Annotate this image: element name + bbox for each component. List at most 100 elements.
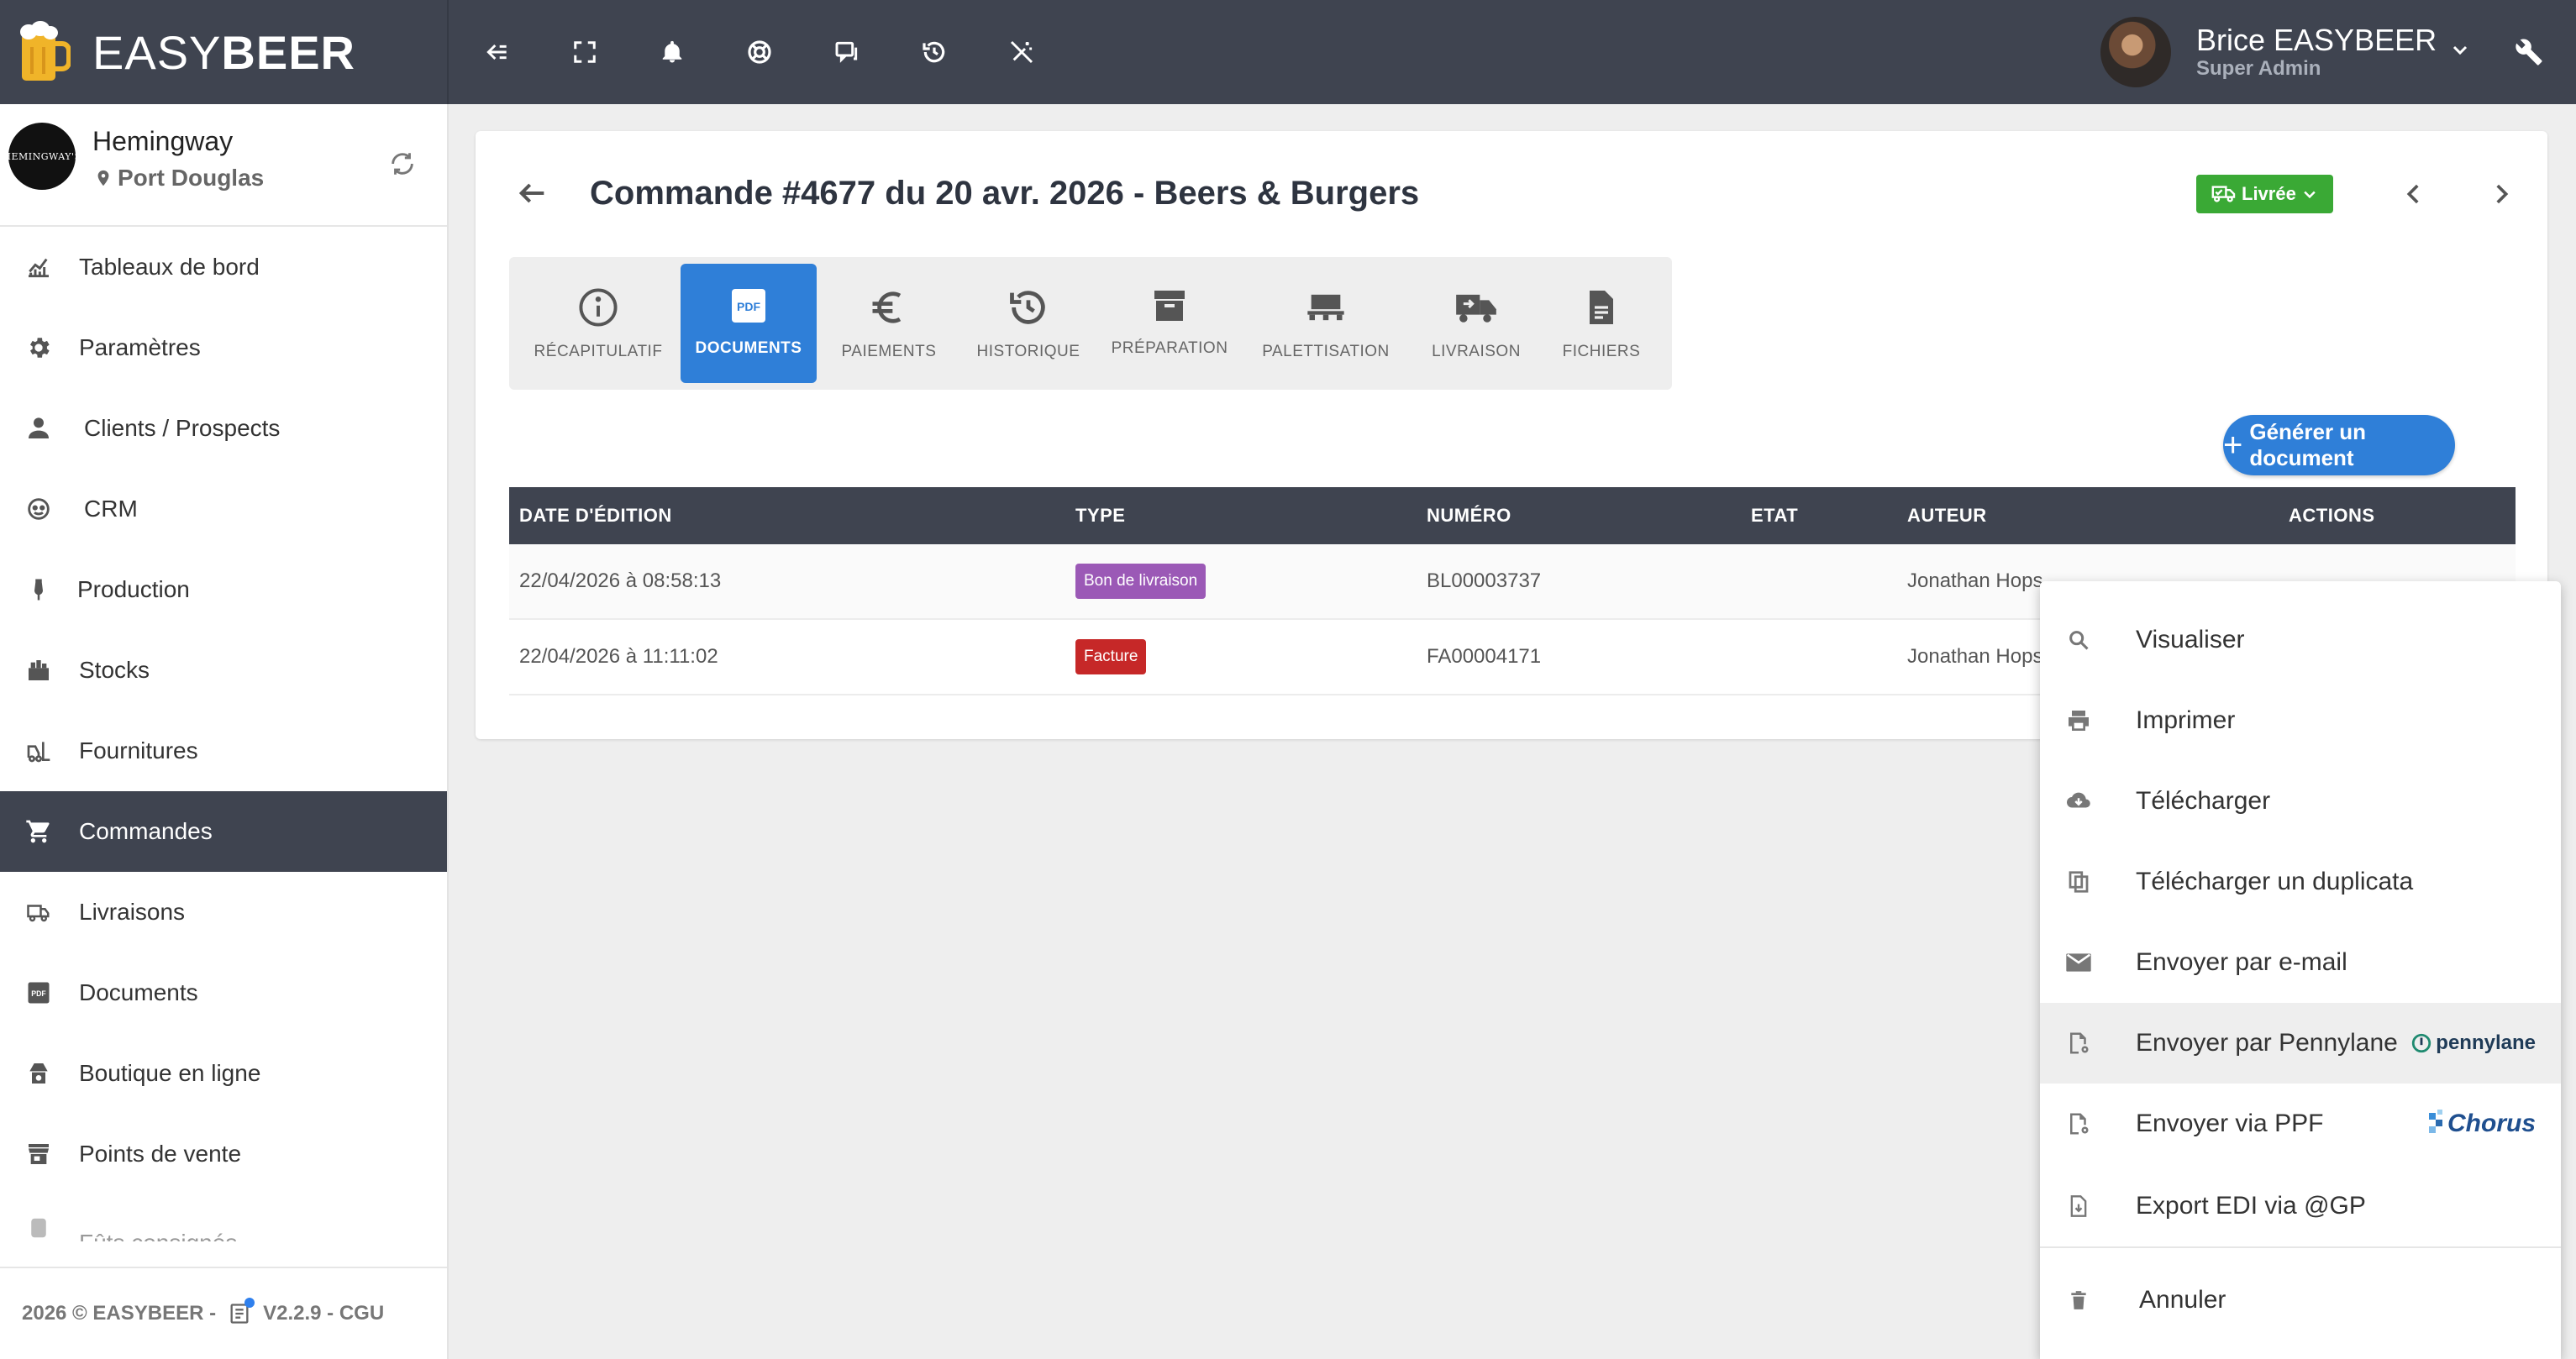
- info-icon: [576, 286, 620, 329]
- tab-palettisation[interactable]: PALETTISATION: [1243, 264, 1408, 383]
- pdf-icon: PDF: [728, 286, 769, 326]
- generate-document-button[interactable]: + Générer un document: [2223, 415, 2455, 475]
- changelog-icon[interactable]: [228, 1298, 255, 1326]
- tab-fichiers[interactable]: FICHIERS: [1544, 264, 1659, 383]
- fullscreen-icon[interactable]: [563, 30, 607, 74]
- type-badge: Facture: [1075, 639, 1147, 674]
- pallet-icon: [1304, 286, 1348, 329]
- svg-text:PDF: PDF: [31, 989, 46, 998]
- bell-icon[interactable]: [650, 30, 694, 74]
- plus-icon: +: [2223, 427, 2243, 464]
- cell-auteur: Jonathan Hops: [1907, 569, 2043, 592]
- print-icon: [2063, 706, 2094, 736]
- menu-item-email[interactable]: Envoyer par e-mail: [2040, 922, 2561, 1003]
- file-gear-icon: [2063, 1028, 2094, 1058]
- cell-auteur: Jonathan Hops: [1907, 645, 2043, 668]
- sidebar-item-production[interactable]: Production: [0, 549, 447, 630]
- sidebar-item-clients[interactable]: Clients / Prospects: [0, 388, 447, 469]
- shop-icon: [22, 1057, 55, 1090]
- chevron-down-icon: [2296, 186, 2323, 202]
- truck-icon: [22, 895, 55, 929]
- cell-type: Bon de livraison: [1075, 564, 1207, 599]
- sidebar-item-boutique[interactable]: Boutique en ligne: [0, 1033, 447, 1114]
- sidebar-item-livraisons[interactable]: Livraisons: [0, 872, 447, 952]
- sidebar-item-commandes[interactable]: Commandes: [0, 791, 447, 872]
- euro-icon: [867, 286, 911, 329]
- cell-numero: BL00003737: [1427, 569, 1542, 592]
- archive-icon: [1149, 286, 1190, 326]
- tab-documents[interactable]: PDF DOCUMENTS: [681, 264, 817, 383]
- status-badge[interactable]: Livrée: [2196, 175, 2333, 213]
- tab-preparation[interactable]: PRÉPARATION: [1096, 264, 1243, 383]
- person-icon: [22, 412, 55, 445]
- version-link[interactable]: V2.2.9 - CGU: [263, 1302, 384, 1325]
- history-icon: [1007, 286, 1050, 329]
- sidebar-item-futs[interactable]: Fûts consignés: [0, 1194, 447, 1241]
- dashboard-icon: [22, 250, 55, 284]
- wrench-icon[interactable]: [2507, 30, 2551, 74]
- cell-date: 22/04/2026 à 08:58:13: [519, 569, 722, 592]
- menu-item-pennylane[interactable]: Envoyer par Pennylane pennylane: [2040, 1003, 2561, 1084]
- avatar: [2100, 17, 2171, 87]
- switch-brewery-icon[interactable]: [388, 150, 417, 178]
- menu-item-ppf[interactable]: Envoyer via PPF Chorus: [2040, 1084, 2561, 1164]
- menu-item-annuler[interactable]: Annuler: [2040, 1260, 2561, 1341]
- gear-icon: [22, 331, 55, 365]
- sidebar-footer: 2026 © EASYBEER - V2.2.9 - CGU: [0, 1267, 447, 1359]
- page-title: Commande #4677 du 20 avr. 2026 - Beers &…: [590, 175, 1420, 212]
- menu-item-export-edi[interactable]: Export EDI via @GP: [2040, 1166, 2561, 1246]
- delivered-truck-icon: [2206, 184, 2242, 204]
- tab-livraison[interactable]: LIVRAISON: [1408, 264, 1544, 383]
- svg-text:PDF: PDF: [737, 300, 760, 313]
- sidebar-item-tableaux-de-bord[interactable]: Tableaux de bord: [0, 227, 447, 307]
- mail-icon: [2063, 947, 2094, 978]
- table-header: DATE D'ÉDITION TYPE NUMÉRO ETAT AUTEUR A…: [509, 487, 2516, 544]
- file-icon: [1581, 286, 1622, 329]
- menu-item-duplicata[interactable]: Télécharger un duplicata: [2040, 842, 2561, 922]
- brewery-selector[interactable]: HEMINGWAY'S Hemingway Port Douglas: [0, 104, 447, 227]
- brand-name: EASYBEER: [92, 25, 355, 79]
- user-menu[interactable]: Brice EASYBEER Super Admin: [2100, 17, 2470, 87]
- menu-item-imprimer[interactable]: Imprimer: [2040, 680, 2561, 761]
- tab-historique[interactable]: HISTORIQUE: [961, 264, 1096, 383]
- sidebar-item-documents[interactable]: PDF Documents: [0, 952, 447, 1033]
- cloud-download-icon: [2063, 786, 2094, 816]
- sidebar-item-crm[interactable]: CRM: [0, 469, 447, 549]
- order-tabs: RÉCAPITULATIF PDF DOCUMENTS PAIEMENTS HI…: [509, 257, 1672, 390]
- sidebar-item-parametres[interactable]: Paramètres: [0, 307, 447, 388]
- sidebar-item-points-de-vente[interactable]: Points de vente: [0, 1114, 447, 1194]
- messages-icon[interactable]: [825, 30, 869, 74]
- crm-icon: [22, 492, 55, 526]
- cell-type: Facture: [1075, 639, 1147, 674]
- back-arrow-icon[interactable]: [516, 176, 549, 210]
- menu-item-visualiser[interactable]: Visualiser: [2040, 600, 2561, 680]
- type-badge: Bon de livraison: [1075, 564, 1207, 599]
- document-actions-menu: Visualiser Imprimer Télécharger Téléchar…: [2040, 581, 2561, 1359]
- previous-order-button[interactable]: [2400, 180, 2428, 208]
- menu-item-telecharger[interactable]: Télécharger: [2040, 761, 2561, 842]
- cart-icon: [22, 815, 55, 848]
- sidebar-item-stocks[interactable]: Stocks: [0, 630, 447, 711]
- file-gear-icon: [2063, 1109, 2094, 1139]
- chevron-down-icon: [2450, 39, 2470, 60]
- duplicate-icon: [2063, 867, 2094, 897]
- sidebar-item-fournitures[interactable]: Fournitures: [0, 711, 447, 791]
- tab-recapitulatif[interactable]: RÉCAPITULATIF: [516, 264, 681, 383]
- tab-paiements[interactable]: PAIEMENTS: [817, 264, 961, 383]
- stocks-icon: [22, 653, 55, 687]
- history-icon[interactable]: [912, 30, 956, 74]
- sidebar-nav: Tableaux de bord Paramètres Clients / Pr…: [0, 227, 447, 1241]
- pennylane-logo: pennylane: [2410, 1031, 2536, 1055]
- brand[interactable]: EASYBEER: [0, 0, 449, 104]
- brewery-city: Port Douglas: [94, 165, 264, 192]
- store-icon: [22, 1137, 55, 1171]
- cell-date: 22/04/2026 à 11:11:02: [519, 645, 718, 668]
- no-magic-icon[interactable]: [1000, 30, 1044, 74]
- user-name: Brice EASYBEER: [2196, 23, 2437, 57]
- collapse-menu-icon[interactable]: [476, 30, 519, 74]
- next-order-button[interactable]: [2487, 180, 2516, 208]
- support-icon[interactable]: [738, 30, 781, 74]
- delivery-truck-icon: [1453, 286, 1500, 329]
- cell-numero: FA00004171: [1427, 645, 1542, 668]
- beer-mug-logo-icon: [17, 20, 71, 84]
